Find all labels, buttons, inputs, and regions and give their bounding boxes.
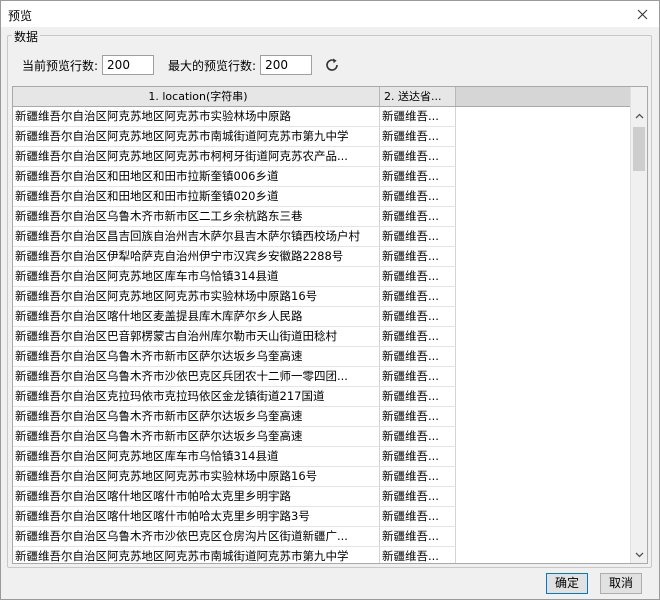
- cell-province[interactable]: 新疆维吾...: [380, 227, 456, 247]
- cell-province[interactable]: 新疆维吾...: [380, 487, 456, 507]
- table-row[interactable]: 新疆维吾尔自治区阿克苏地区阿克苏市南城街道阿克苏市第九中学 新疆维吾...: [13, 547, 630, 563]
- cell-location[interactable]: 新疆维吾尔自治区克拉玛依市克拉玛依区金龙镇街道217国道: [13, 387, 380, 407]
- cell-province[interactable]: 新疆维吾...: [380, 347, 456, 367]
- table-row[interactable]: 新疆维吾尔自治区喀什地区喀什市帕哈太克里乡明宇路3号 新疆维吾...: [13, 507, 630, 527]
- cell-location[interactable]: 新疆维吾尔自治区阿克苏地区库车市乌恰镇314县道: [13, 447, 380, 467]
- cell-location[interactable]: 新疆维吾尔自治区喀什地区喀什市帕哈太克里乡明宇路: [13, 487, 380, 507]
- cell-province[interactable]: 新疆维吾...: [380, 447, 456, 467]
- column-header-filler: [456, 87, 630, 106]
- cell-province[interactable]: 新疆维吾...: [380, 367, 456, 387]
- table-row[interactable]: 新疆维吾尔自治区乌鲁木齐市新市区萨尔达坂乡乌奎高速 新疆维吾...: [13, 407, 630, 427]
- table-row[interactable]: 新疆维吾尔自治区乌鲁木齐市沙依巴克区仓房沟片区街道新疆广... 新疆维吾...: [13, 527, 630, 547]
- cell-location[interactable]: 新疆维吾尔自治区阿克苏地区库车市乌恰镇314县道: [13, 267, 380, 287]
- window-title: 预览: [8, 9, 33, 23]
- cell-province[interactable]: 新疆维吾...: [380, 507, 456, 527]
- table-row[interactable]: 新疆维吾尔自治区喀什地区喀什市帕哈太克里乡明宇路 新疆维吾...: [13, 487, 630, 507]
- cell-location[interactable]: 新疆维吾尔自治区和田地区和田市拉斯奎镇020乡道: [13, 187, 380, 207]
- refresh-button[interactable]: [322, 55, 342, 75]
- close-button[interactable]: [631, 4, 653, 24]
- scrollbar-thumb[interactable]: [633, 127, 645, 171]
- max-rows-label: 最大的预览行数:: [168, 58, 257, 73]
- cell-province[interactable]: 新疆维吾...: [380, 107, 456, 127]
- cell-location[interactable]: 新疆维吾尔自治区喀什地区喀什市帕哈太克里乡明宇路3号: [13, 507, 380, 527]
- cell-province[interactable]: 新疆维吾...: [380, 187, 456, 207]
- cell-province[interactable]: 新疆维吾...: [380, 527, 456, 547]
- table-row[interactable]: 新疆维吾尔自治区阿克苏地区阿克苏市实验林场中原路 新疆维吾...: [13, 107, 630, 127]
- table-row[interactable]: 新疆维吾尔自治区和田地区和田市拉斯奎镇020乡道 新疆维吾...: [13, 187, 630, 207]
- table-row[interactable]: 新疆维吾尔自治区巴音郭楞蒙古自治州库尔勒市天山街道田稔村 新疆维吾...: [13, 327, 630, 347]
- scroll-up-button[interactable]: [631, 107, 647, 124]
- vertical-scrollbar[interactable]: [630, 87, 647, 563]
- table-row[interactable]: 新疆维吾尔自治区阿克苏地区阿克苏市实验林场中原路16号 新疆维吾...: [13, 287, 630, 307]
- cell-province[interactable]: 新疆维吾...: [380, 207, 456, 227]
- cell-province[interactable]: 新疆维吾...: [380, 287, 456, 307]
- chevron-down-icon: [635, 552, 643, 557]
- cell-province[interactable]: 新疆维吾...: [380, 147, 456, 167]
- table-row[interactable]: 新疆维吾尔自治区乌鲁木齐市新市区萨尔达坂乡乌奎高速 新疆维吾...: [13, 427, 630, 447]
- ok-button[interactable]: 确定: [546, 573, 588, 594]
- max-rows-input[interactable]: [260, 55, 313, 75]
- table-row[interactable]: 新疆维吾尔自治区阿克苏地区阿克苏市柯柯牙街道阿克苏农产品... 新疆维吾...: [13, 147, 630, 167]
- table-row[interactable]: 新疆维吾尔自治区和田地区和田市拉斯奎镇006乡道 新疆维吾...: [13, 167, 630, 187]
- cell-province[interactable]: 新疆维吾...: [380, 547, 456, 563]
- preview-controls: 当前预览行数: 最大的预览行数:: [22, 55, 342, 75]
- cell-province[interactable]: 新疆维吾...: [380, 407, 456, 427]
- group-legend: 数据: [12, 28, 41, 45]
- table-row[interactable]: 新疆维吾尔自治区伊犁哈萨克自治州伊宁市汉宾乡安徽路2288号 新疆维吾...: [13, 247, 630, 267]
- cell-location[interactable]: 新疆维吾尔自治区昌吉回族自治州吉木萨尔县吉木萨尔镇西校场户村: [13, 227, 380, 247]
- scroll-down-button[interactable]: [631, 546, 647, 563]
- table-row[interactable]: 新疆维吾尔自治区阿克苏地区阿克苏市实验林场中原路16号 新疆维吾...: [13, 467, 630, 487]
- cell-province[interactable]: 新疆维吾...: [380, 247, 456, 267]
- column-header-location[interactable]: 1. location(字符串): [13, 87, 380, 106]
- table-header: 1. location(字符串) 2. 送达省...: [13, 87, 630, 107]
- cancel-button[interactable]: 取消: [600, 573, 642, 594]
- cell-location[interactable]: 新疆维吾尔自治区乌鲁木齐市新市区二工乡余杭路东三巷: [13, 207, 380, 227]
- table-row[interactable]: 新疆维吾尔自治区乌鲁木齐市沙依巴克区兵团农十二师一零四团... 新疆维吾...: [13, 367, 630, 387]
- title-bar: 预览: [1, 1, 659, 27]
- cell-location[interactable]: 新疆维吾尔自治区乌鲁木齐市沙依巴克区仓房沟片区街道新疆广...: [13, 527, 380, 547]
- table-row[interactable]: 新疆维吾尔自治区乌鲁木齐市新市区萨尔达坂乡乌奎高速 新疆维吾...: [13, 347, 630, 367]
- table-row[interactable]: 新疆维吾尔自治区阿克苏地区库车市乌恰镇314县道 新疆维吾...: [13, 447, 630, 467]
- cell-location[interactable]: 新疆维吾尔自治区乌鲁木齐市沙依巴克区兵团农十二师一零四团...: [13, 367, 380, 387]
- cell-location[interactable]: 新疆维吾尔自治区巴音郭楞蒙古自治州库尔勒市天山街道田稔村: [13, 327, 380, 347]
- cell-location[interactable]: 新疆维吾尔自治区乌鲁木齐市新市区萨尔达坂乡乌奎高速: [13, 347, 380, 367]
- refresh-icon: [326, 58, 338, 71]
- cell-province[interactable]: 新疆维吾...: [380, 127, 456, 147]
- cell-location[interactable]: 新疆维吾尔自治区乌鲁木齐市新市区萨尔达坂乡乌奎高速: [13, 427, 380, 447]
- table-body: 新疆维吾尔自治区阿克苏地区阿克苏市实验林场中原路 新疆维吾... 新疆维吾尔自治区阿…: [13, 107, 630, 563]
- chevron-up-icon: [635, 113, 643, 118]
- cell-province[interactable]: 新疆维吾...: [380, 387, 456, 407]
- cell-location[interactable]: 新疆维吾尔自治区阿克苏地区阿克苏市南城街道阿克苏市第九中学: [13, 547, 380, 563]
- preview-table: 1. location(字符串) 2. 送达省... 新疆维吾尔自治区阿克苏地区…: [12, 86, 648, 564]
- table-row[interactable]: 新疆维吾尔自治区阿克苏地区阿克苏市南城街道阿克苏市第九中学 新疆维吾...: [13, 127, 630, 147]
- cell-province[interactable]: 新疆维吾...: [380, 307, 456, 327]
- table-row[interactable]: 新疆维吾尔自治区乌鲁木齐市新市区二工乡余杭路东三巷 新疆维吾...: [13, 207, 630, 227]
- table-row[interactable]: 新疆维吾尔自治区喀什地区麦盖提县库木库萨尔乡人民路 新疆维吾...: [13, 307, 630, 327]
- cell-location[interactable]: 新疆维吾尔自治区阿克苏地区阿克苏市柯柯牙街道阿克苏农产品...: [13, 147, 380, 167]
- column-header-province[interactable]: 2. 送达省...: [380, 87, 456, 106]
- close-icon: [637, 9, 647, 19]
- table-row[interactable]: 新疆维吾尔自治区克拉玛依市克拉玛依区金龙镇街道217国道 新疆维吾...: [13, 387, 630, 407]
- current-rows-label: 当前预览行数:: [22, 58, 99, 73]
- cell-province[interactable]: 新疆维吾...: [380, 327, 456, 347]
- cell-location[interactable]: 新疆维吾尔自治区喀什地区麦盖提县库木库萨尔乡人民路: [13, 307, 380, 327]
- cell-location[interactable]: 新疆维吾尔自治区伊犁哈萨克自治州伊宁市汉宾乡安徽路2288号: [13, 247, 380, 267]
- cell-location[interactable]: 新疆维吾尔自治区阿克苏地区阿克苏市实验林场中原路16号: [13, 287, 380, 307]
- cell-province[interactable]: 新疆维吾...: [380, 267, 456, 287]
- cell-location[interactable]: 新疆维吾尔自治区乌鲁木齐市新市区萨尔达坂乡乌奎高速: [13, 407, 380, 427]
- table-row[interactable]: 新疆维吾尔自治区昌吉回族自治州吉木萨尔县吉木萨尔镇西校场户村 新疆维吾...: [13, 227, 630, 247]
- table-row[interactable]: 新疆维吾尔自治区阿克苏地区库车市乌恰镇314县道 新疆维吾...: [13, 267, 630, 287]
- cell-province[interactable]: 新疆维吾...: [380, 467, 456, 487]
- current-rows-input[interactable]: [102, 55, 155, 75]
- cell-location[interactable]: 新疆维吾尔自治区和田地区和田市拉斯奎镇006乡道: [13, 167, 380, 187]
- cell-location[interactable]: 新疆维吾尔自治区阿克苏地区阿克苏市南城街道阿克苏市第九中学: [13, 127, 380, 147]
- cell-location[interactable]: 新疆维吾尔自治区阿克苏地区阿克苏市实验林场中原路: [13, 107, 380, 127]
- cell-province[interactable]: 新疆维吾...: [380, 427, 456, 447]
- cell-location[interactable]: 新疆维吾尔自治区阿克苏地区阿克苏市实验林场中原路16号: [13, 467, 380, 487]
- cell-province[interactable]: 新疆维吾...: [380, 167, 456, 187]
